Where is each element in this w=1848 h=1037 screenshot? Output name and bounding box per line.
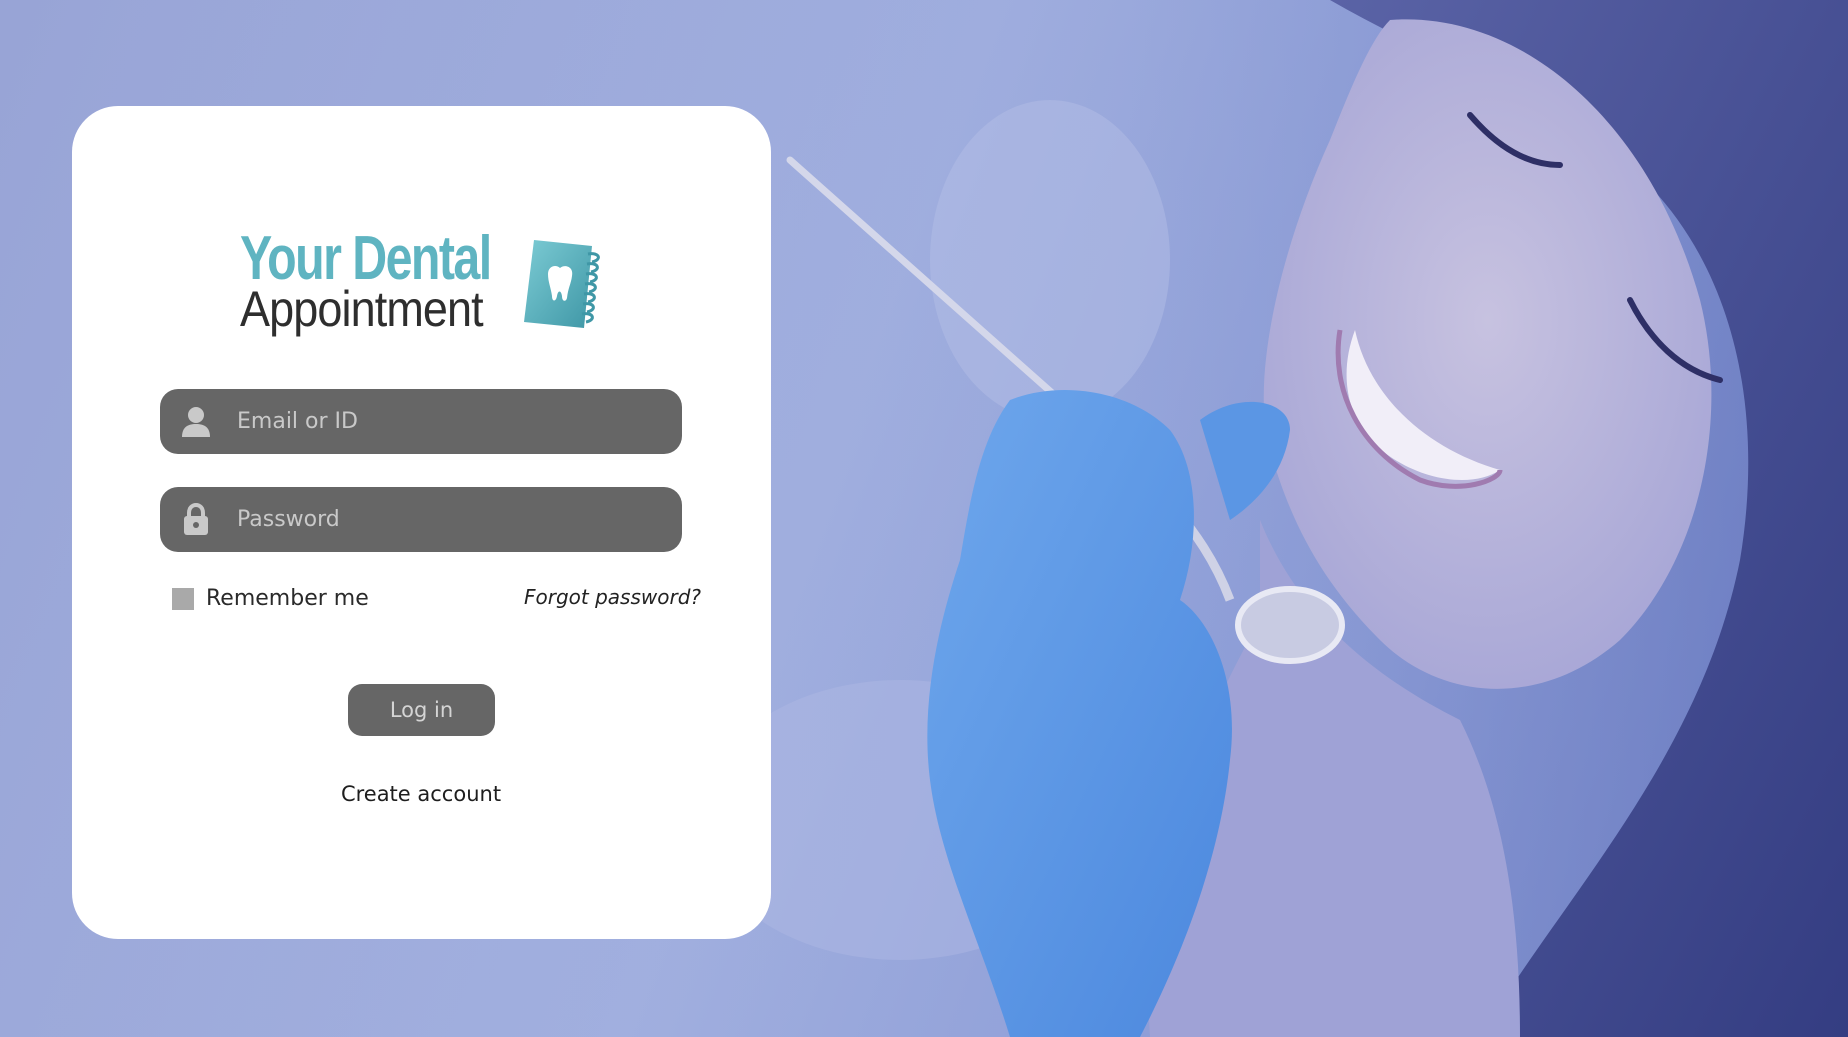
password-field[interactable]: Password [160,487,682,552]
password-placeholder: Password [237,507,340,532]
login-screen: Your Dental Appointment Email or ID Pass… [0,0,1848,1037]
tooth-notebook-icon [524,240,600,328]
brand-title-line2: Appointment [240,281,484,337]
email-placeholder: Email or ID [237,409,358,434]
login-button[interactable]: Log in [348,684,495,736]
create-account-link[interactable]: Create account [336,780,506,808]
user-icon [182,407,210,437]
lock-icon [184,503,208,535]
remember-me-label[interactable]: Remember me [206,584,369,614]
forgot-password-link[interactable]: Forgot password? [524,582,701,612]
remember-me-checkbox[interactable] [172,588,194,610]
brand-logo: Your Dental Appointment [240,228,610,340]
email-field[interactable]: Email or ID [160,389,682,454]
